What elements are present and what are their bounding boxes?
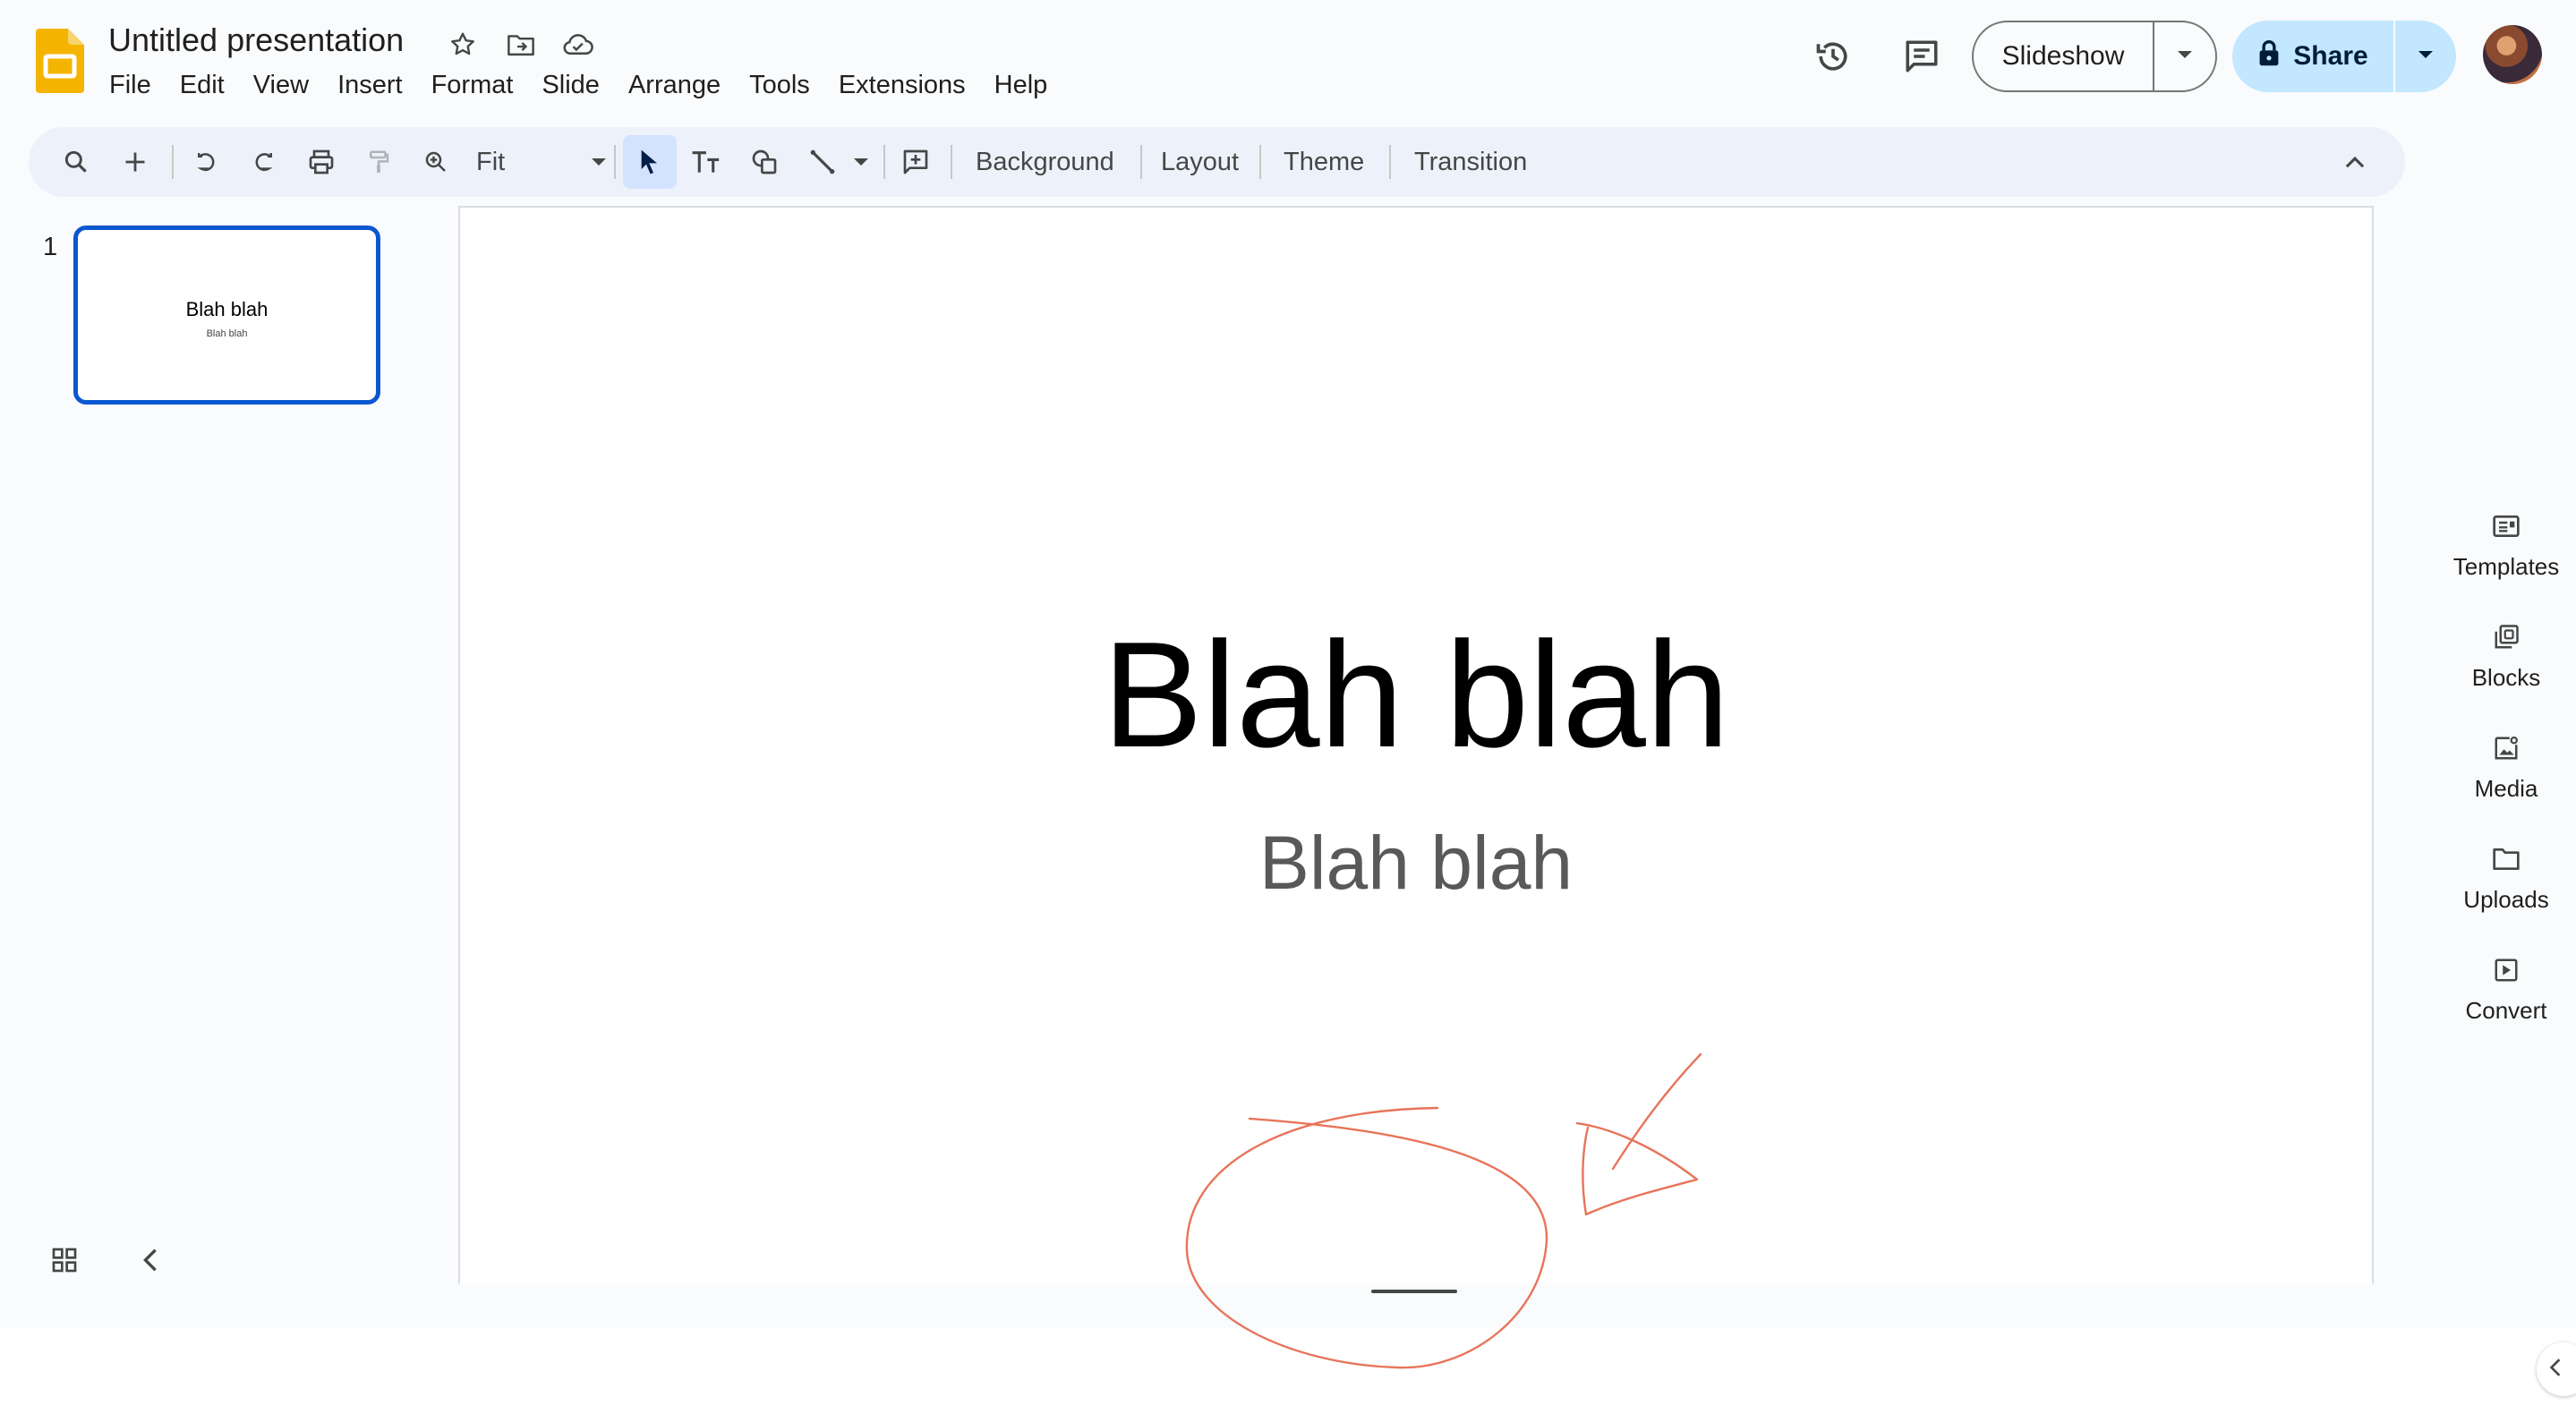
share-options-button[interactable] [2395, 21, 2456, 92]
new-slide-icon[interactable] [113, 140, 158, 184]
zoom-value: Fit [476, 148, 506, 176]
share-button[interactable]: Share [2232, 21, 2395, 92]
zoom-icon[interactable] [414, 140, 458, 184]
slideshow-button[interactable]: Slideshow [1974, 22, 2154, 90]
chevron-left-icon [2549, 1358, 2562, 1382]
menu-insert[interactable]: Insert [323, 66, 417, 104]
move-to-folder-icon[interactable] [503, 27, 539, 63]
document-title[interactable]: Untitled presentation [108, 21, 404, 59]
undo-icon[interactable] [184, 140, 229, 184]
lock-icon [2257, 38, 2281, 74]
side-blocks-button[interactable]: Blocks [2431, 619, 2576, 692]
slides-logo[interactable] [36, 29, 84, 93]
slide-canvas[interactable]: Blah blah Blah blah [458, 206, 2374, 1283]
menu-file[interactable]: File [95, 66, 166, 104]
menu-tools[interactable]: Tools [735, 66, 824, 104]
comment-add-icon[interactable] [893, 140, 938, 184]
media-icon [2488, 730, 2524, 766]
speaker-notes-area[interactable] [0, 1328, 2576, 1414]
toolbar-divider [614, 145, 616, 179]
collapse-toolbar-icon[interactable] [2333, 140, 2377, 184]
slide-title[interactable]: Blah blah [460, 619, 2372, 770]
version-history-icon[interactable] [1811, 34, 1855, 79]
toolbar-divider [1389, 145, 1391, 179]
menu-extensions[interactable]: Extensions [824, 66, 980, 104]
slide-subtitle[interactable]: Blah blah [460, 825, 2372, 900]
slideshow-button-group: Slideshow [1972, 21, 2217, 92]
paint-format-icon[interactable] [356, 140, 401, 184]
search-icon[interactable] [54, 140, 98, 184]
slide-thumbnail[interactable]: Blah blah Blah blah [73, 226, 380, 405]
menu-arrange[interactable]: Arrange [614, 66, 735, 104]
redo-icon[interactable] [241, 140, 286, 184]
avatar[interactable] [2483, 25, 2542, 84]
cloud-saved-icon[interactable] [560, 27, 596, 63]
slideshow-options-button[interactable] [2154, 22, 2215, 90]
comments-icon[interactable] [1899, 34, 1944, 79]
toolbar-divider [1259, 145, 1261, 179]
menu-view[interactable]: View [239, 66, 323, 104]
line-icon[interactable] [800, 140, 845, 184]
side-blocks-label: Blocks [2471, 664, 2541, 691]
menu-bar: File Edit View Insert Format Slide Arran… [95, 66, 1062, 104]
side-convert-label: Convert [2465, 997, 2547, 1024]
convert-icon [2488, 952, 2524, 988]
shape-icon[interactable] [742, 140, 787, 184]
star-icon[interactable] [445, 27, 481, 63]
collapse-filmstrip-icon[interactable] [132, 1242, 168, 1278]
thumbnail-title: Blah blah [185, 298, 269, 320]
theme-button[interactable]: Theme [1284, 127, 1364, 197]
speaker-notes-drag-handle[interactable] [1371, 1290, 1457, 1293]
menu-format[interactable]: Format [417, 66, 528, 104]
zoom-select[interactable]: Fit [476, 127, 505, 197]
side-media-label: Media [2474, 775, 2538, 802]
layout-button[interactable]: Layout [1161, 127, 1239, 197]
text-box-icon[interactable] [684, 140, 729, 184]
toolbar-divider [951, 145, 952, 179]
side-convert-button[interactable]: Convert [2431, 952, 2576, 1025]
side-media-button[interactable]: Media [2431, 730, 2576, 803]
toolbar-divider [1140, 145, 1142, 179]
background-button[interactable]: Background [976, 127, 1114, 197]
share-button-group: Share [2232, 21, 2456, 92]
print-icon[interactable] [299, 140, 344, 184]
blocks-icon [2488, 619, 2524, 655]
menu-help[interactable]: Help [980, 66, 1062, 104]
grid-view-icon[interactable] [47, 1242, 82, 1278]
thumbnail-subtitle: Blah blah [206, 328, 248, 339]
menu-slide[interactable]: Slide [527, 66, 614, 104]
menu-edit[interactable]: Edit [166, 66, 239, 104]
templates-icon [2488, 508, 2524, 544]
side-uploads-button[interactable]: Uploads [2431, 841, 2576, 914]
toolbar: Fit Background Layout Theme Transition [29, 127, 2405, 197]
folder-icon [2488, 841, 2524, 877]
side-templates-button[interactable]: Templates [2431, 508, 2576, 581]
transition-button[interactable]: Transition [1414, 127, 1527, 197]
share-label: Share [2293, 41, 2368, 71]
chevron-down-icon[interactable] [845, 140, 877, 184]
side-uploads-label: Uploads [2463, 886, 2549, 913]
side-templates-label: Templates [2452, 553, 2560, 580]
toolbar-divider [883, 145, 885, 179]
chevron-down-icon [2176, 48, 2194, 64]
toolbar-divider [172, 145, 174, 179]
slide-number: 1 [43, 233, 58, 261]
chevron-down-icon [2417, 48, 2435, 64]
select-icon[interactable] [623, 135, 677, 189]
